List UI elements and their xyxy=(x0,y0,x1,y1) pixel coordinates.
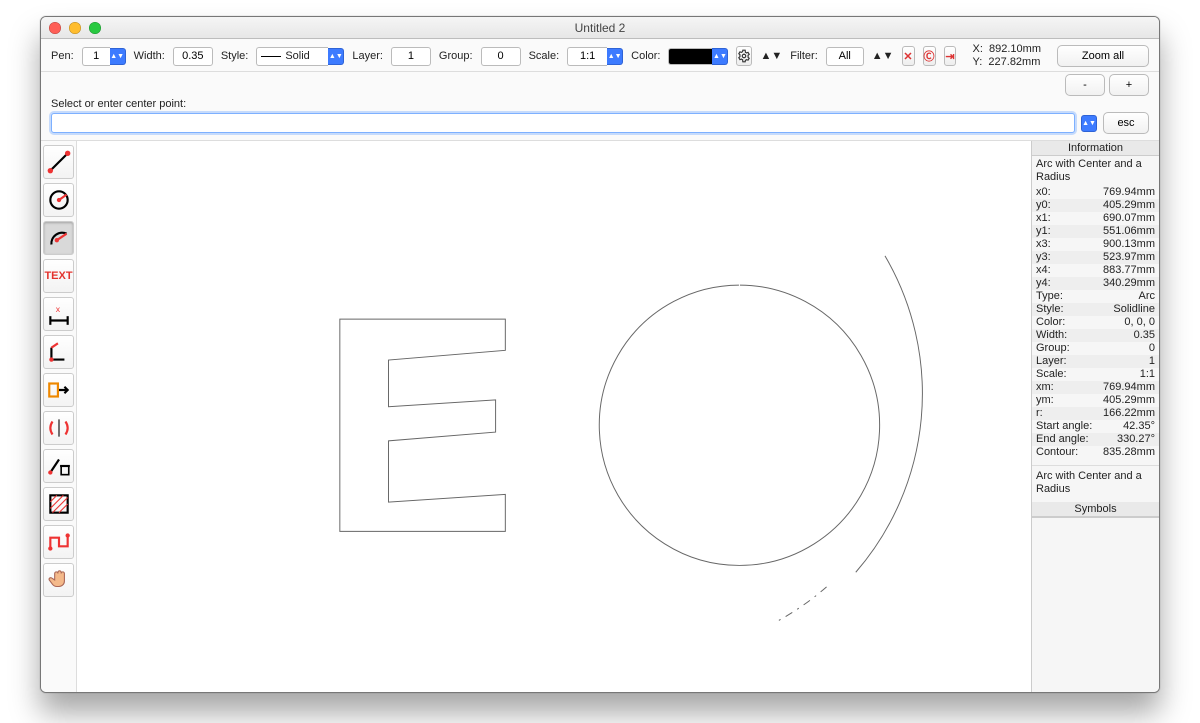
info-row: y3:523.97mm xyxy=(1032,251,1159,264)
scale-label: Scale: xyxy=(529,50,560,62)
mirror-tool[interactable] xyxy=(43,411,74,445)
left-tool-palette: TEXT x xyxy=(41,141,77,692)
command-hint: Select or enter center point: xyxy=(51,98,1149,110)
pen-input[interactable] xyxy=(82,47,110,66)
hatch-tool[interactable] xyxy=(43,487,74,521)
zoom-in-button[interactable]: + xyxy=(1109,74,1149,96)
command-row: - + Select or enter center point: ▲▼ esc xyxy=(41,72,1159,141)
esc-button[interactable]: esc xyxy=(1103,112,1149,134)
info-row: Start angle:42.35° xyxy=(1032,420,1159,433)
info-row: x3:900.13mm xyxy=(1032,238,1159,251)
info-row: y4:340.29mm xyxy=(1032,277,1159,290)
right-panel: Information Arc with Center and a Radius… xyxy=(1031,141,1159,692)
style-dropdown-icon[interactable]: ▲▼ xyxy=(328,48,344,65)
info-row: Group:0 xyxy=(1032,342,1159,355)
zoom-out-button[interactable]: - xyxy=(1065,74,1105,96)
snap-endpoint-icon[interactable]: ⇥ xyxy=(944,46,957,66)
filter-input[interactable] xyxy=(826,47,864,66)
info-section-1: Arc with Center and a Radius xyxy=(1032,156,1159,186)
info-row: Layer:1 xyxy=(1032,355,1159,368)
snap-center-icon[interactable]: Ⓒ xyxy=(923,46,936,66)
command-history-icon[interactable]: ▲▼ xyxy=(1081,115,1097,132)
arc-tool[interactable] xyxy=(43,221,74,255)
color-dropdown-icon[interactable]: ▲▼ xyxy=(712,48,728,65)
coordinates-display: X: 892.10mm Y: 227.82mm xyxy=(972,43,1041,69)
info-row: End angle:330.27° xyxy=(1032,433,1159,446)
gear-dropdown-icon[interactable]: ▲▼ xyxy=(760,50,782,62)
titlebar: Untitled 2 xyxy=(41,17,1159,39)
filter-dropdown-icon[interactable]: ▲▼ xyxy=(872,50,894,62)
scale-input[interactable] xyxy=(567,47,607,66)
symbols-header[interactable]: Symbols xyxy=(1032,502,1159,517)
info-row: Contour:835.28mm xyxy=(1032,446,1159,459)
snap-intersect-icon[interactable]: ✕ xyxy=(902,46,915,66)
window-title: Untitled 2 xyxy=(41,21,1159,35)
width-label: Width: xyxy=(134,50,165,62)
info-row: Type:Arc xyxy=(1032,290,1159,303)
drawing-canvas[interactable] xyxy=(77,141,1031,692)
filter-label: Filter: xyxy=(790,50,818,62)
dimension-tool[interactable]: x xyxy=(43,297,74,331)
corner-tool[interactable] xyxy=(43,335,74,369)
info-row: x1:690.07mm xyxy=(1032,212,1159,225)
pan-tool[interactable] xyxy=(43,563,74,597)
info-row: Style:Solidline xyxy=(1032,303,1159,316)
color-label: Color: xyxy=(631,50,660,62)
info-section-2: Arc with Center and a Radius xyxy=(1032,465,1159,498)
scale-dropdown-icon[interactable]: ▲▼ xyxy=(607,48,623,65)
layer-input[interactable] xyxy=(391,47,431,66)
info-row: y1:551.06mm xyxy=(1032,225,1159,238)
color-swatch[interactable] xyxy=(668,48,712,65)
info-row: Scale:1:1 xyxy=(1032,368,1159,381)
information-header: Information xyxy=(1032,141,1159,156)
group-input[interactable] xyxy=(481,47,521,66)
group-label: Group: xyxy=(439,50,473,62)
layer-label: Layer: xyxy=(352,50,383,62)
info-row: ym:405.29mm xyxy=(1032,394,1159,407)
insert-tool[interactable] xyxy=(43,373,74,407)
circle-tool[interactable] xyxy=(43,183,74,217)
pen-label: Pen: xyxy=(51,50,74,62)
info-row: x0:769.94mm xyxy=(1032,186,1159,199)
top-toolbar: Pen: ▲▼ Width: Style: Solid ▲▼ Layer: Gr… xyxy=(41,39,1159,72)
svg-text:x: x xyxy=(55,304,60,314)
trash-tool[interactable] xyxy=(43,449,74,483)
line-tool[interactable] xyxy=(43,145,74,179)
info-row: x4:883.77mm xyxy=(1032,264,1159,277)
polyline-tool[interactable] xyxy=(43,525,74,559)
style-value: Solid xyxy=(256,47,328,66)
text-tool[interactable]: TEXT xyxy=(43,259,74,293)
pen-stepper-icon[interactable]: ▲▼ xyxy=(110,48,126,65)
style-label: Style: xyxy=(221,50,249,62)
info-row: y0:405.29mm xyxy=(1032,199,1159,212)
zoom-all-button[interactable]: Zoom all xyxy=(1057,45,1149,67)
symbols-panel xyxy=(1032,517,1159,692)
width-input[interactable] xyxy=(173,47,213,66)
info-row: xm:769.94mm xyxy=(1032,381,1159,394)
command-input[interactable] xyxy=(51,113,1075,133)
info-row: Width:0.35 xyxy=(1032,329,1159,342)
info-row: r:166.22mm xyxy=(1032,407,1159,420)
gear-icon[interactable] xyxy=(736,46,752,66)
info-row: Color:0, 0, 0 xyxy=(1032,316,1159,329)
